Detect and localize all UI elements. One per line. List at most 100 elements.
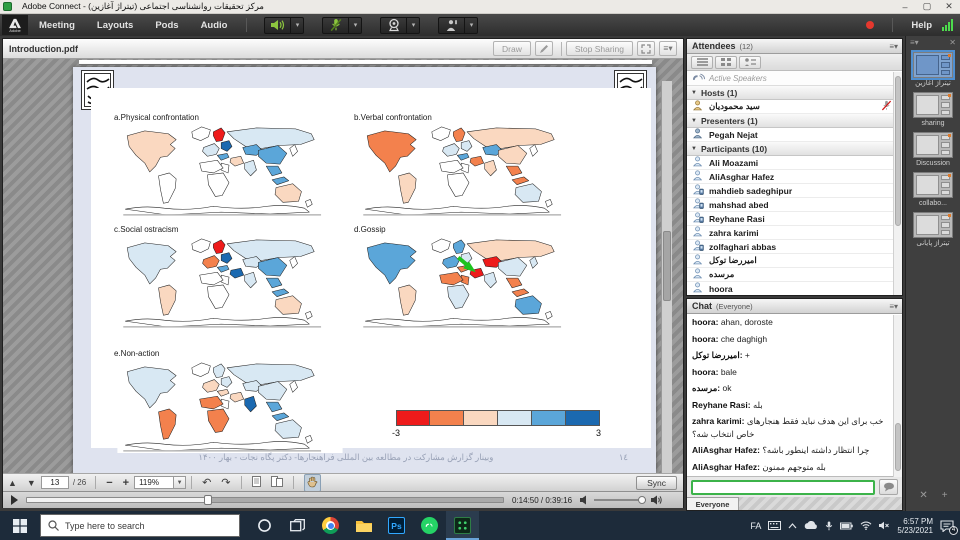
touch-keyboard-icon[interactable] — [768, 521, 781, 530]
zoom-dropdown[interactable]: ▼ — [174, 476, 186, 489]
fit-page-button[interactable] — [252, 476, 261, 489]
sync-button[interactable]: Sync — [636, 476, 677, 490]
stop-sharing-button[interactable]: Stop Sharing — [566, 41, 633, 56]
chat-scrollbar-thumb[interactable] — [895, 423, 901, 471]
collapse-arrow-icon[interactable]: ▼ — [691, 146, 697, 152]
zoom-level-value[interactable]: 119% — [134, 476, 174, 489]
start-button[interactable] — [0, 511, 40, 540]
chat-send-button[interactable] — [879, 479, 898, 495]
chat-tab-everyone[interactable]: Everyone — [687, 497, 739, 511]
attendee-section-header[interactable]: ▼ Hosts (1) — [687, 86, 902, 100]
menu-pods[interactable]: Pods — [144, 20, 189, 31]
action-center-icon[interactable]: 4 — [940, 520, 954, 532]
microphone-tray-icon[interactable] — [825, 521, 833, 531]
language-indicator[interactable]: FA — [750, 521, 761, 531]
speaker-button[interactable] — [264, 17, 291, 34]
volume-mute-icon[interactable] — [580, 495, 589, 505]
playback-progress-handle[interactable] — [204, 495, 212, 505]
layout-delete-icon[interactable]: ✕ — [919, 490, 927, 501]
attendee-row[interactable]: امیررضا توکل — [687, 254, 902, 268]
onedrive-cloud-icon[interactable] — [804, 521, 818, 530]
menu-help[interactable]: Help — [911, 20, 932, 31]
play-button[interactable] — [11, 495, 18, 505]
chrome-button[interactable] — [314, 511, 347, 540]
attendee-section-header[interactable]: ▼ Presenters (1) — [687, 114, 902, 128]
chat-pod-menu-icon[interactable]: ≡▾ — [889, 302, 898, 311]
collapse-arrow-icon[interactable]: ▼ — [691, 118, 697, 124]
layouts-menu-icon[interactable]: ≡▾ — [910, 38, 919, 47]
webcam-button[interactable] — [380, 17, 407, 34]
layout-thumbnail[interactable] — [913, 172, 953, 198]
attendee-section-header[interactable]: ▼ Participants (10) — [687, 142, 902, 156]
cortana-button[interactable] — [248, 511, 281, 540]
status-button[interactable] — [438, 17, 465, 34]
zoom-out-button[interactable]: − — [106, 477, 112, 489]
volume-knob[interactable] — [638, 496, 646, 504]
taskbar-clock[interactable]: 6:57 PM 5/23/2021 — [897, 517, 933, 535]
attendee-row[interactable]: hoora — [687, 282, 902, 296]
show-hidden-icons-chevron[interactable] — [788, 523, 797, 529]
connection-signal-icon[interactable] — [942, 19, 954, 31]
attendee-row[interactable]: AliAsghar Hafez — [687, 170, 902, 184]
file-explorer-button[interactable] — [347, 511, 380, 540]
attendee-row[interactable]: mahshad abed — [687, 198, 902, 212]
close-button[interactable]: ✕ — [938, 1, 960, 12]
menu-audio[interactable]: Audio — [190, 20, 239, 31]
wifi-icon[interactable] — [860, 521, 872, 530]
page-number-input[interactable] — [41, 476, 69, 489]
zoom-in-button[interactable]: + — [123, 477, 129, 489]
layout-item[interactable]: Discussion — [906, 132, 960, 168]
layouts-close-icon[interactable]: ✕ — [949, 38, 956, 47]
adobe-connect-app-button[interactable] — [446, 511, 479, 540]
pod-options-button[interactable]: ≡▾ — [659, 41, 677, 56]
attendee-row[interactable]: سید محمودیان — [687, 100, 902, 114]
webcam-dropdown[interactable]: ▾ — [407, 17, 420, 34]
next-page-button[interactable]: ▼ — [27, 478, 36, 488]
volume-slider[interactable] — [594, 499, 646, 501]
minimize-button[interactable]: – — [894, 2, 916, 12]
status-dropdown[interactable]: ▾ — [465, 17, 478, 34]
attendees-pod-menu-icon[interactable]: ≡▾ — [889, 42, 898, 51]
menu-meeting[interactable]: Meeting — [28, 20, 86, 31]
volume-loud-icon[interactable] — [651, 495, 662, 505]
attendee-row[interactable]: Ali Moazami — [687, 156, 902, 170]
menu-layouts[interactable]: Layouts — [86, 20, 144, 31]
microphone-dropdown[interactable]: ▾ — [349, 17, 362, 34]
attendee-row[interactable]: Pegah Nejat — [687, 128, 902, 142]
fit-width-button[interactable] — [271, 476, 283, 489]
draw-button[interactable]: Draw — [493, 41, 531, 56]
whatsapp-button[interactable] — [413, 511, 446, 540]
microphone-button[interactable] — [322, 17, 349, 34]
layout-item[interactable]: تیتراژ آغازین — [906, 52, 960, 88]
pdf-scrollbar-thumb[interactable] — [663, 231, 671, 301]
playback-progress-track[interactable] — [26, 497, 504, 503]
task-view-button[interactable] — [281, 511, 314, 540]
layout-item[interactable]: تیتراژ پایانی — [906, 212, 960, 248]
photoshop-button[interactable]: Ps — [380, 511, 413, 540]
pan-tool-button[interactable] — [304, 474, 321, 492]
layout-thumbnail[interactable] — [913, 92, 953, 118]
pointer-tool-button[interactable] — [535, 41, 553, 56]
layout-add-icon[interactable]: + — [942, 490, 948, 501]
attendee-status-view-button[interactable] — [739, 56, 761, 69]
attendees-scrollbar[interactable] — [893, 72, 902, 296]
layout-thumbnail[interactable] — [913, 132, 953, 158]
fullscreen-button[interactable] — [637, 41, 655, 56]
speaker-dropdown[interactable]: ▾ — [291, 17, 304, 34]
attendee-row[interactable]: zolfaghari abbas — [687, 240, 902, 254]
rotate-right-button[interactable]: ↷ — [221, 476, 230, 489]
chat-scrollbar[interactable] — [893, 315, 902, 477]
layout-thumbnail[interactable] — [913, 212, 953, 238]
pdf-scrollbar[interactable] — [661, 81, 672, 473]
layout-item[interactable]: sharing — [906, 92, 960, 128]
attendee-grid-view-button[interactable] — [715, 56, 737, 69]
attendee-list-view-button[interactable] — [691, 56, 713, 69]
attendee-row[interactable]: مرسده — [687, 268, 902, 282]
layout-item[interactable]: collabo... — [906, 172, 960, 208]
speaker-tray-icon[interactable] — [879, 521, 890, 530]
chat-input[interactable] — [691, 480, 875, 495]
attendee-row[interactable]: Reyhane Rasi — [687, 212, 902, 226]
attendee-row[interactable]: zahra karimi — [687, 226, 902, 240]
maximize-button[interactable]: ▢ — [916, 1, 938, 12]
collapse-arrow-icon[interactable]: ▼ — [691, 90, 697, 96]
